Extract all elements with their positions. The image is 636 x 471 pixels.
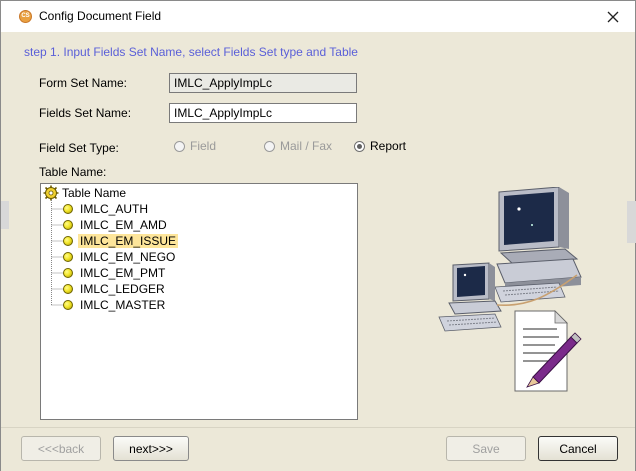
fields-set-name-label: Fields Set Name: — [39, 106, 132, 120]
left-edge-artifact — [1, 201, 9, 229]
tree-item-imlc-auth[interactable]: IMLC_AUTH — [63, 201, 150, 217]
radio-mail-fax[interactable]: Mail / Fax — [264, 139, 332, 153]
form-set-name-label: Form Set Name: — [39, 76, 128, 90]
dialog-footer: <<<back next>>> Save Cancel — [1, 427, 635, 471]
close-button[interactable] — [591, 1, 635, 32]
close-icon — [607, 11, 619, 22]
tree-item-imlc-master[interactable]: IMLC_MASTER — [63, 297, 167, 313]
yellow-bullet-icon — [63, 252, 73, 262]
yellow-bullet-icon — [63, 220, 73, 230]
yellow-bullet-icon — [63, 268, 73, 278]
field-set-type-label: Field Set Type: — [39, 141, 119, 155]
tree-item-label: IMLC_EM_ISSUE — [78, 234, 179, 248]
window-title: Config Document Field — [39, 9, 162, 23]
config-document-field-dialog: CS Config Document Field step 1. Input F… — [0, 0, 636, 471]
tree-item-imlc-em-issue[interactable]: IMLC_EM_ISSUE — [63, 233, 179, 249]
radio-field[interactable]: Field — [174, 139, 216, 153]
cancel-button[interactable]: Cancel — [538, 436, 618, 461]
tree-item-imlc-em-nego[interactable]: IMLC_EM_NEGO — [63, 249, 177, 265]
tree-item-label: IMLC_LEDGER — [80, 282, 165, 296]
yellow-bullet-icon — [63, 204, 73, 214]
step-instruction: step 1. Input Fields Set Name, select Fi… — [24, 45, 358, 59]
radio-report-label: Report — [370, 139, 407, 153]
tree-item-imlc-ledger[interactable]: IMLC_LEDGER — [63, 281, 167, 297]
right-edge-artifact — [627, 201, 636, 243]
radio-circle-icon — [264, 140, 275, 152]
radio-mail-fax-label: Mail / Fax — [280, 139, 333, 153]
gear-tree-icon — [43, 185, 59, 201]
tree-item-imlc-em-amd[interactable]: IMLC_EM_AMD — [63, 217, 169, 233]
yellow-bullet-icon — [63, 300, 73, 310]
app-logo-icon: CS — [19, 10, 32, 23]
back-button[interactable]: <<<back — [21, 436, 101, 461]
radio-report[interactable]: Report — [354, 139, 406, 153]
save-button[interactable]: Save — [446, 436, 526, 461]
radio-selected-icon — [354, 140, 365, 152]
radio-field-label: Field — [190, 139, 217, 153]
table-name-label: Table Name: — [39, 165, 107, 179]
tree-root[interactable]: Table Name — [43, 185, 126, 201]
yellow-bullet-icon — [63, 284, 73, 294]
tree-item-label: IMLC_AUTH — [80, 202, 149, 216]
next-button[interactable]: next>>> — [113, 436, 189, 461]
tree-item-label: IMLC_MASTER — [80, 298, 166, 312]
radio-circle-icon — [174, 140, 185, 152]
tree-item-label: IMLC_EM_AMD — [80, 218, 167, 232]
fields-set-name-input[interactable]: IMLC_ApplyImpLc — [169, 103, 357, 123]
form-set-name-field: IMLC_ApplyImpLc — [169, 73, 357, 93]
table-tree[interactable]: Table Name IMLC_AUTH IMLC_EM_AMD IMLC_EM… — [40, 183, 358, 420]
yellow-bullet-icon — [63, 236, 73, 246]
tree-item-imlc-em-pmt[interactable]: IMLC_EM_PMT — [63, 265, 167, 281]
tree-item-label: IMLC_EM_PMT — [80, 266, 166, 280]
title-bar: CS Config Document Field — [1, 1, 635, 32]
computers-document-illustration — [438, 187, 582, 392]
tree-root-label: Table Name — [62, 186, 127, 200]
tree-item-label: IMLC_EM_NEGO — [80, 250, 176, 264]
